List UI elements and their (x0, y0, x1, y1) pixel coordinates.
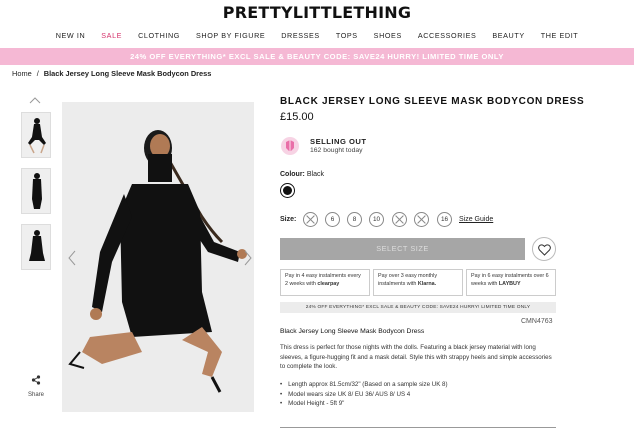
breadcrumb-separator: / (36, 69, 39, 78)
colour-value: Black (306, 171, 324, 178)
size-option-3[interactable]: 8 (347, 212, 362, 227)
nav-shop-by-figure[interactable]: SHOP BY FIGURE (188, 31, 273, 40)
detail-item: Model Height - 5ft 9" (280, 399, 448, 409)
breadcrumb-current: Black Jersey Long Sleeve Mask Bodycon Dr… (43, 69, 212, 78)
bought-today-count: 162 bought today (310, 147, 363, 154)
nav-accessories[interactable]: ACCESSORIES (410, 31, 485, 40)
product-price: £15.00 (280, 111, 314, 123)
clearpay-logo: clearpay (317, 280, 340, 287)
share-label: Share (27, 392, 44, 398)
nav-beauty[interactable]: BEAUTY (484, 31, 532, 40)
site-logo[interactable]: PRETTYLITTLETHING (0, 3, 634, 22)
divider (280, 427, 556, 428)
main-product-image[interactable] (62, 102, 254, 412)
product-code: CMN4763 (521, 318, 553, 325)
payment-option-laybuy[interactable]: Pay in 6 easy instalments over 6 weeks w… (466, 269, 556, 296)
selling-out-icon (281, 137, 299, 155)
chevron-up-icon[interactable] (29, 96, 41, 104)
laybuy-logo: LAYBUY (498, 280, 521, 287)
nav-clothing[interactable]: CLOTHING (130, 31, 188, 40)
size-option-4[interactable]: 10 (369, 212, 384, 227)
nav-sale[interactable]: SALE (93, 31, 130, 40)
share-button[interactable]: Share (25, 372, 47, 398)
size-guide-link[interactable]: Size Guide (459, 216, 493, 223)
gallery-thumbnail-1[interactable] (21, 112, 51, 158)
breadcrumb: Home / Black Jersey Long Sleeve Mask Bod… (12, 69, 211, 78)
detail-item: Model wears size UK 8/ EU 36/ AUS 8/ US … (280, 390, 448, 400)
nav-tops[interactable]: TOPS (328, 31, 366, 40)
nav-new-in[interactable]: NEW IN (48, 31, 94, 40)
select-size-button[interactable]: SELECT SIZE (280, 238, 525, 260)
main-nav: NEW IN SALE CLOTHING SHOP BY FIGURE DRES… (0, 31, 634, 40)
gallery-thumbnail-3[interactable] (21, 224, 51, 270)
wishlist-button[interactable] (532, 237, 556, 261)
promo-strip-small: 24% OFF EVERYTHING* EXCL SALE & BEAUTY C… (280, 302, 556, 313)
payment-option-clearpay[interactable]: Pay in 4 easy instalments every 2 weeks … (280, 269, 370, 296)
selling-out-title: SELLING OUT (310, 137, 367, 146)
description-title: Black Jersey Long Sleeve Mask Bodycon Dr… (280, 328, 425, 335)
chevron-right-icon[interactable] (244, 250, 252, 266)
payment-option-klarna[interactable]: Pay over 3 easy monthly instalments with… (373, 269, 463, 296)
size-option-1[interactable] (303, 212, 318, 227)
product-details-list: Length approx 81.5cm/32" (Based on a sam… (280, 380, 448, 409)
description-body: This dress is perfect for those nights w… (280, 344, 552, 371)
heart-icon (538, 244, 551, 256)
size-option-2[interactable]: 6 (325, 212, 340, 227)
product-title: BLACK JERSEY LONG SLEEVE MASK BODYCON DR… (280, 96, 585, 107)
share-icon (31, 375, 41, 385)
nav-shoes[interactable]: SHOES (366, 31, 410, 40)
breadcrumb-home[interactable]: Home (12, 69, 32, 78)
size-option-6[interactable] (414, 212, 429, 227)
colour-label-key: Colour: (280, 171, 305, 178)
chevron-left-icon[interactable] (68, 250, 76, 266)
size-label: Size: (280, 216, 297, 223)
size-option-7[interactable]: 16 (437, 212, 452, 227)
nav-dresses[interactable]: DRESSES (273, 31, 328, 40)
colour-label: Colour: Black (280, 171, 324, 178)
detail-item: Length approx 81.5cm/32" (Based on a sam… (280, 380, 447, 390)
klarna-logo: Klarna. (417, 280, 437, 287)
size-option-5[interactable] (392, 212, 407, 227)
gallery-thumbnail-2[interactable] (21, 168, 51, 214)
colour-swatch-black[interactable] (280, 183, 295, 198)
nav-the-edit[interactable]: THE EDIT (533, 31, 587, 40)
promo-banner[interactable]: 24% OFF EVERYTHING* EXCL SALE & BEAUTY C… (0, 48, 634, 65)
